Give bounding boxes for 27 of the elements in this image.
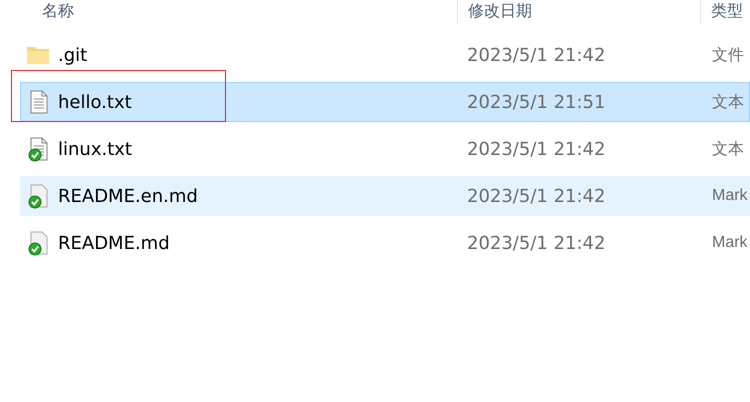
file-type: 文本 — [711, 92, 745, 112]
file-type: 文本 — [711, 140, 745, 160]
text-file-check-icon — [26, 136, 50, 162]
file-row[interactable]: README.md 2023/5/1 21:42 Mark — [20, 223, 750, 263]
file-check-icon — [26, 183, 50, 209]
modified-date: 2023/5/1 21:51 — [466, 92, 606, 112]
file-check-icon — [26, 230, 50, 256]
file-type: 文件 — [711, 46, 745, 66]
folder-icon — [26, 44, 50, 66]
file-name: linux.txt — [58, 138, 132, 160]
file-name: README.en.md — [58, 186, 198, 206]
column-header[interactable]: 修改日期 — [468, 0, 532, 22]
file-row[interactable]: README.en.md 2023/5/1 21:42 Mark — [20, 176, 750, 216]
file-type: Mark — [711, 234, 749, 252]
modified-date: 2023/5/1 21:42 — [466, 44, 606, 66]
file-name: .git — [58, 44, 88, 66]
file-row[interactable]: hello.txt 2023/5/1 21:51 文本 — [20, 82, 750, 122]
modified-date: 2023/5/1 21:42 — [466, 186, 606, 206]
file-type: Mark — [711, 187, 749, 205]
modified-date: 2023/5/1 21:42 — [466, 232, 606, 254]
modified-date: 2023/5/1 21:42 — [466, 138, 606, 160]
file-name: README.md — [58, 232, 170, 254]
file-row[interactable]: linux.txt 2023/5/1 21:42 文本 — [20, 129, 750, 169]
file-row[interactable]: .git 2023/5/1 21:42 文件 — [20, 35, 750, 75]
column-header[interactable]: 名称 — [42, 0, 74, 22]
column-header[interactable]: 类型 — [711, 0, 743, 22]
file-name: hello.txt — [58, 92, 132, 112]
